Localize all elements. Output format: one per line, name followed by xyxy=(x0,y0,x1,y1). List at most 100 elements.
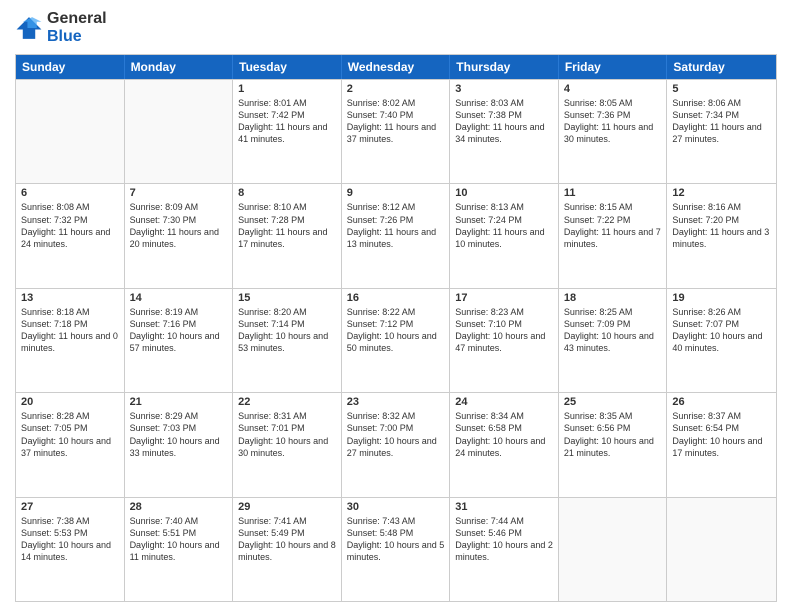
day-cell: 20 Sunrise: 8:28 AMSunset: 7:05 PMDayligh… xyxy=(16,393,125,496)
day-cell xyxy=(16,80,125,183)
day-info: Sunrise: 8:05 AMSunset: 7:36 PMDaylight:… xyxy=(564,97,662,146)
day-info: Sunrise: 8:15 AMSunset: 7:22 PMDaylight:… xyxy=(564,201,662,250)
day-cell: 23 Sunrise: 8:32 AMSunset: 7:00 PMDayligh… xyxy=(342,393,451,496)
day-info: Sunrise: 7:38 AMSunset: 5:53 PMDaylight:… xyxy=(21,515,119,564)
day-info: Sunrise: 8:18 AMSunset: 7:18 PMDaylight:… xyxy=(21,306,119,355)
day-cell: 21 Sunrise: 8:29 AMSunset: 7:03 PMDayligh… xyxy=(125,393,234,496)
day-number: 3 xyxy=(455,83,553,95)
day-info: Sunrise: 7:43 AMSunset: 5:48 PMDaylight:… xyxy=(347,515,445,564)
day-header-sunday: Sunday xyxy=(16,55,125,79)
day-cell: 27 Sunrise: 7:38 AMSunset: 5:53 PMDayligh… xyxy=(16,498,125,601)
day-number: 24 xyxy=(455,396,553,408)
day-number: 19 xyxy=(672,292,771,304)
day-header-monday: Monday xyxy=(125,55,234,79)
day-number: 20 xyxy=(21,396,119,408)
day-cell: 1 Sunrise: 8:01 AMSunset: 7:42 PMDaylight… xyxy=(233,80,342,183)
day-header-saturday: Saturday xyxy=(667,55,776,79)
day-cell: 10Sunrise: 8:13 AMSunset: 7:24 PMDayligh… xyxy=(450,184,559,287)
week-row-2: 6Sunrise: 8:08 AMSunset: 7:32 PMDaylight… xyxy=(16,183,776,287)
day-number: 30 xyxy=(347,501,445,513)
day-info: Sunrise: 7:40 AMSunset: 5:51 PMDaylight:… xyxy=(130,515,228,564)
day-number: 26 xyxy=(672,396,771,408)
day-info: Sunrise: 8:19 AMSunset: 7:16 PMDaylight:… xyxy=(130,306,228,355)
day-cell: 19Sunrise: 8:26 AMSunset: 7:07 PMDayligh… xyxy=(667,289,776,392)
day-cell: 18 Sunrise: 8:25 AMSunset: 7:09 PMDayligh… xyxy=(559,289,668,392)
day-cell: 31 Sunrise: 7:44 AMSunset: 5:46 PMDayligh… xyxy=(450,498,559,601)
day-number: 15 xyxy=(238,292,336,304)
day-cell: 15 Sunrise: 8:20 AMSunset: 7:14 PMDayligh… xyxy=(233,289,342,392)
day-number: 17 xyxy=(455,292,553,304)
day-header-friday: Friday xyxy=(559,55,668,79)
day-number: 7 xyxy=(130,187,228,199)
week-row-5: 27 Sunrise: 7:38 AMSunset: 5:53 PMDayligh… xyxy=(16,497,776,601)
day-cell: 12Sunrise: 8:16 AMSunset: 7:20 PMDayligh… xyxy=(667,184,776,287)
day-number: 2 xyxy=(347,83,445,95)
day-header-tuesday: Tuesday xyxy=(233,55,342,79)
day-info: Sunrise: 7:44 AMSunset: 5:46 PMDaylight:… xyxy=(455,515,553,564)
day-cell: 17 Sunrise: 8:23 AMSunset: 7:10 PMDayligh… xyxy=(450,289,559,392)
day-cell: 5 Sunrise: 8:06 AMSunset: 7:34 PMDaylight… xyxy=(667,80,776,183)
day-cell: 3Sunrise: 8:03 AMSunset: 7:38 PMDaylight… xyxy=(450,80,559,183)
day-cell: 29Sunrise: 7:41 AMSunset: 5:49 PMDayligh… xyxy=(233,498,342,601)
day-cell: 7 Sunrise: 8:09 AMSunset: 7:30 PMDaylight… xyxy=(125,184,234,287)
day-number: 1 xyxy=(238,83,336,95)
logo-icon xyxy=(15,14,43,42)
day-info: Sunrise: 8:29 AMSunset: 7:03 PMDaylight:… xyxy=(130,410,228,459)
day-number: 28 xyxy=(130,501,228,513)
day-info: Sunrise: 8:06 AMSunset: 7:34 PMDaylight:… xyxy=(672,97,771,146)
day-number: 29 xyxy=(238,501,336,513)
day-number: 31 xyxy=(455,501,553,513)
day-info: Sunrise: 8:37 AMSunset: 6:54 PMDaylight:… xyxy=(672,410,771,459)
logo-text: General Blue xyxy=(47,10,107,46)
day-number: 11 xyxy=(564,187,662,199)
day-info: Sunrise: 8:13 AMSunset: 7:24 PMDaylight:… xyxy=(455,201,553,250)
day-header-thursday: Thursday xyxy=(450,55,559,79)
calendar-page: General Blue SundayMondayTuesdayWednesda… xyxy=(0,0,792,612)
day-number: 23 xyxy=(347,396,445,408)
day-number: 21 xyxy=(130,396,228,408)
day-cell xyxy=(559,498,668,601)
day-cell: 4 Sunrise: 8:05 AMSunset: 7:36 PMDaylight… xyxy=(559,80,668,183)
day-info: Sunrise: 8:10 AMSunset: 7:28 PMDaylight:… xyxy=(238,201,336,250)
day-header-wednesday: Wednesday xyxy=(342,55,451,79)
day-cell xyxy=(667,498,776,601)
day-info: Sunrise: 8:25 AMSunset: 7:09 PMDaylight:… xyxy=(564,306,662,355)
day-info: Sunrise: 8:23 AMSunset: 7:10 PMDaylight:… xyxy=(455,306,553,355)
day-number: 25 xyxy=(564,396,662,408)
day-cell: 22 Sunrise: 8:31 AMSunset: 7:01 PMDayligh… xyxy=(233,393,342,496)
weeks-container: 1 Sunrise: 8:01 AMSunset: 7:42 PMDaylight… xyxy=(16,79,776,601)
day-cell: 13 Sunrise: 8:18 AMSunset: 7:18 PMDayligh… xyxy=(16,289,125,392)
day-cell: 11 Sunrise: 8:15 AMSunset: 7:22 PMDayligh… xyxy=(559,184,668,287)
day-cell xyxy=(125,80,234,183)
day-info: Sunrise: 8:31 AMSunset: 7:01 PMDaylight:… xyxy=(238,410,336,459)
day-cell: 28 Sunrise: 7:40 AMSunset: 5:51 PMDayligh… xyxy=(125,498,234,601)
day-info: Sunrise: 8:35 AMSunset: 6:56 PMDaylight:… xyxy=(564,410,662,459)
day-cell: 30 Sunrise: 7:43 AMSunset: 5:48 PMDayligh… xyxy=(342,498,451,601)
day-number: 4 xyxy=(564,83,662,95)
week-row-1: 1 Sunrise: 8:01 AMSunset: 7:42 PMDaylight… xyxy=(16,79,776,183)
day-number: 12 xyxy=(672,187,771,199)
day-number: 5 xyxy=(672,83,771,95)
day-number: 14 xyxy=(130,292,228,304)
day-info: Sunrise: 8:20 AMSunset: 7:14 PMDaylight:… xyxy=(238,306,336,355)
day-cell: 2Sunrise: 8:02 AMSunset: 7:40 PMDaylight… xyxy=(342,80,451,183)
day-number: 16 xyxy=(347,292,445,304)
day-cell: 8 Sunrise: 8:10 AMSunset: 7:28 PMDaylight… xyxy=(233,184,342,287)
day-number: 18 xyxy=(564,292,662,304)
day-info: Sunrise: 8:28 AMSunset: 7:05 PMDaylight:… xyxy=(21,410,119,459)
day-number: 9 xyxy=(347,187,445,199)
day-info: Sunrise: 8:01 AMSunset: 7:42 PMDaylight:… xyxy=(238,97,336,146)
day-info: Sunrise: 8:22 AMSunset: 7:12 PMDaylight:… xyxy=(347,306,445,355)
day-number: 13 xyxy=(21,292,119,304)
day-info: Sunrise: 8:09 AMSunset: 7:30 PMDaylight:… xyxy=(130,201,228,250)
day-number: 6 xyxy=(21,187,119,199)
day-headers: SundayMondayTuesdayWednesdayThursdayFrid… xyxy=(16,55,776,79)
header: General Blue xyxy=(15,10,777,46)
day-number: 22 xyxy=(238,396,336,408)
day-cell: 6Sunrise: 8:08 AMSunset: 7:32 PMDaylight… xyxy=(16,184,125,287)
day-number: 27 xyxy=(21,501,119,513)
day-number: 8 xyxy=(238,187,336,199)
day-info: Sunrise: 8:12 AMSunset: 7:26 PMDaylight:… xyxy=(347,201,445,250)
day-info: Sunrise: 8:32 AMSunset: 7:00 PMDaylight:… xyxy=(347,410,445,459)
week-row-4: 20 Sunrise: 8:28 AMSunset: 7:05 PMDayligh… xyxy=(16,392,776,496)
